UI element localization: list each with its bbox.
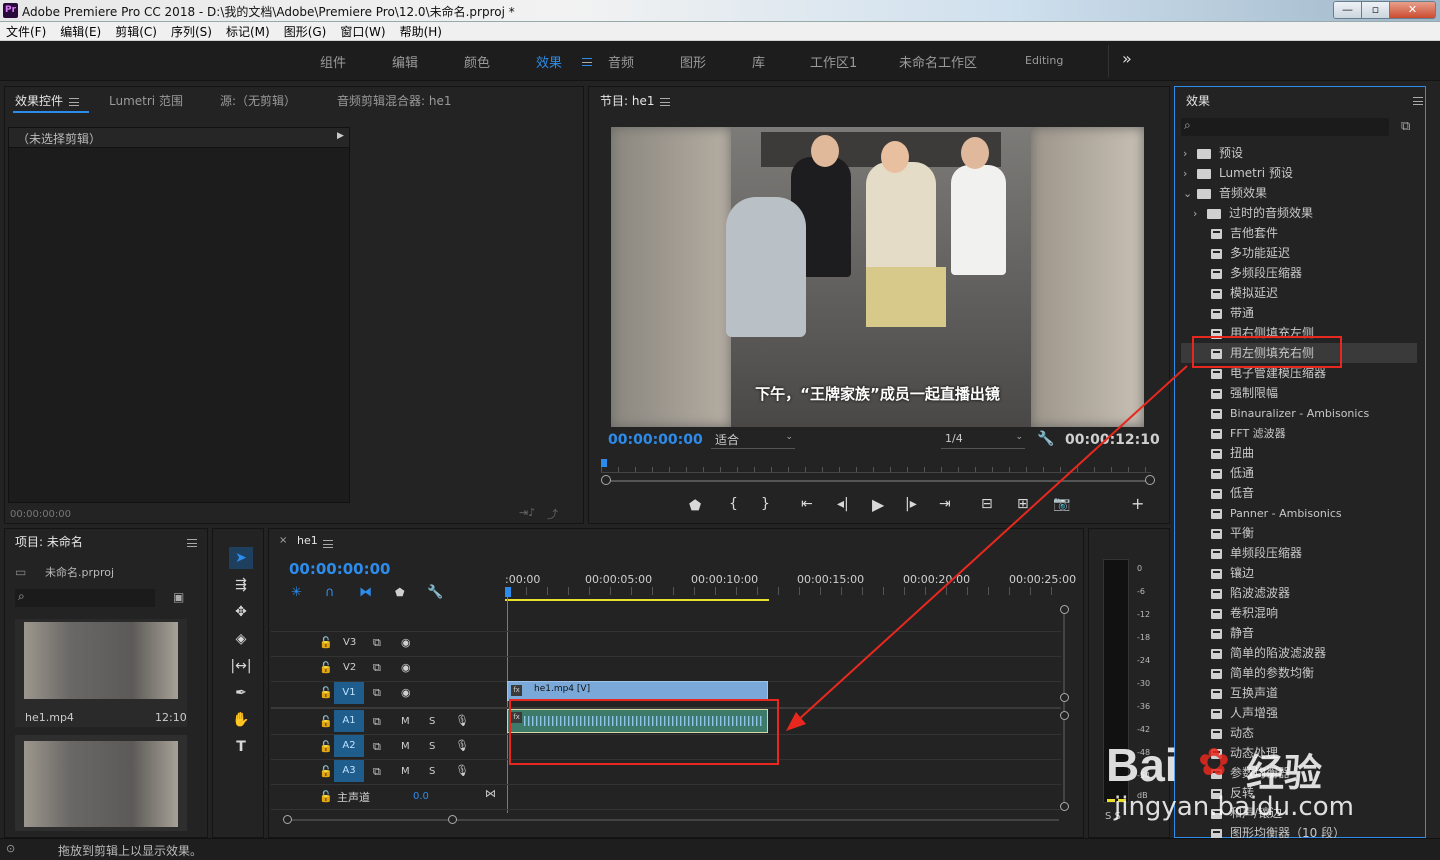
annotation-arrow-line bbox=[795, 365, 1188, 723]
status-icon: ⊙ bbox=[6, 842, 16, 855]
highlight-box-effect bbox=[1192, 336, 1342, 368]
annotation-overlay bbox=[786, 336, 1342, 731]
status-text: 拖放到剪辑上以显示效果。 bbox=[58, 844, 203, 858]
status-bar: ⊙ 拖放到剪辑上以显示效果。 bbox=[0, 838, 1440, 860]
